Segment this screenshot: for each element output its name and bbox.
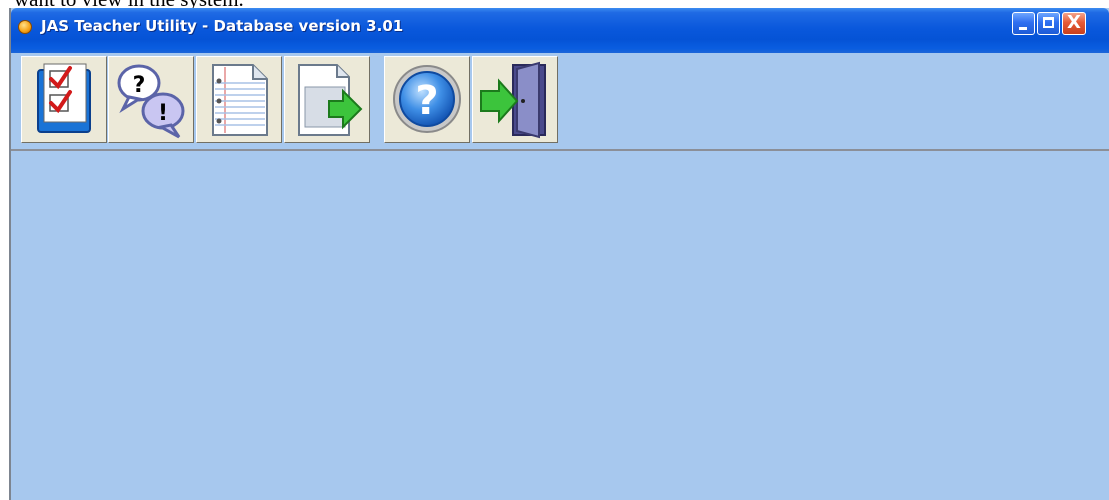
svg-text:?: ? (133, 73, 146, 98)
svg-text:!: ! (158, 101, 168, 126)
maximize-button[interactable] (1037, 12, 1060, 35)
export-button[interactable] (284, 56, 370, 143)
notebook-button[interactable] (196, 56, 282, 143)
main-client-area (11, 151, 1109, 500)
export-document-icon (298, 64, 363, 136)
app-window: JAS Teacher Utility - Database version 3… (9, 8, 1109, 500)
help-button[interactable]: ? (384, 56, 470, 143)
checklist-button[interactable] (21, 56, 107, 143)
minimize-icon (1019, 27, 1027, 30)
window-title: JAS Teacher Utility - Database version 3… (41, 17, 404, 35)
minimize-button[interactable] (1012, 12, 1035, 35)
svg-text:?: ? (415, 78, 438, 124)
notebook-page-icon (212, 64, 268, 136)
app-icon[interactable] (18, 20, 32, 34)
title-bar[interactable]: JAS Teacher Utility - Database version 3… (11, 8, 1109, 53)
help-icon: ? (393, 65, 461, 133)
maximize-icon (1043, 17, 1054, 28)
close-button[interactable]: X (1062, 12, 1086, 35)
toolbar: ? ! ? (11, 53, 1109, 151)
question-answer-icon: ? ! (117, 64, 185, 139)
close-icon: X (1067, 12, 1081, 33)
checklist-icon (37, 63, 91, 133)
exit-button[interactable] (472, 56, 558, 143)
exit-door-icon (480, 61, 546, 139)
question-answer-button[interactable]: ? ! (108, 56, 194, 143)
